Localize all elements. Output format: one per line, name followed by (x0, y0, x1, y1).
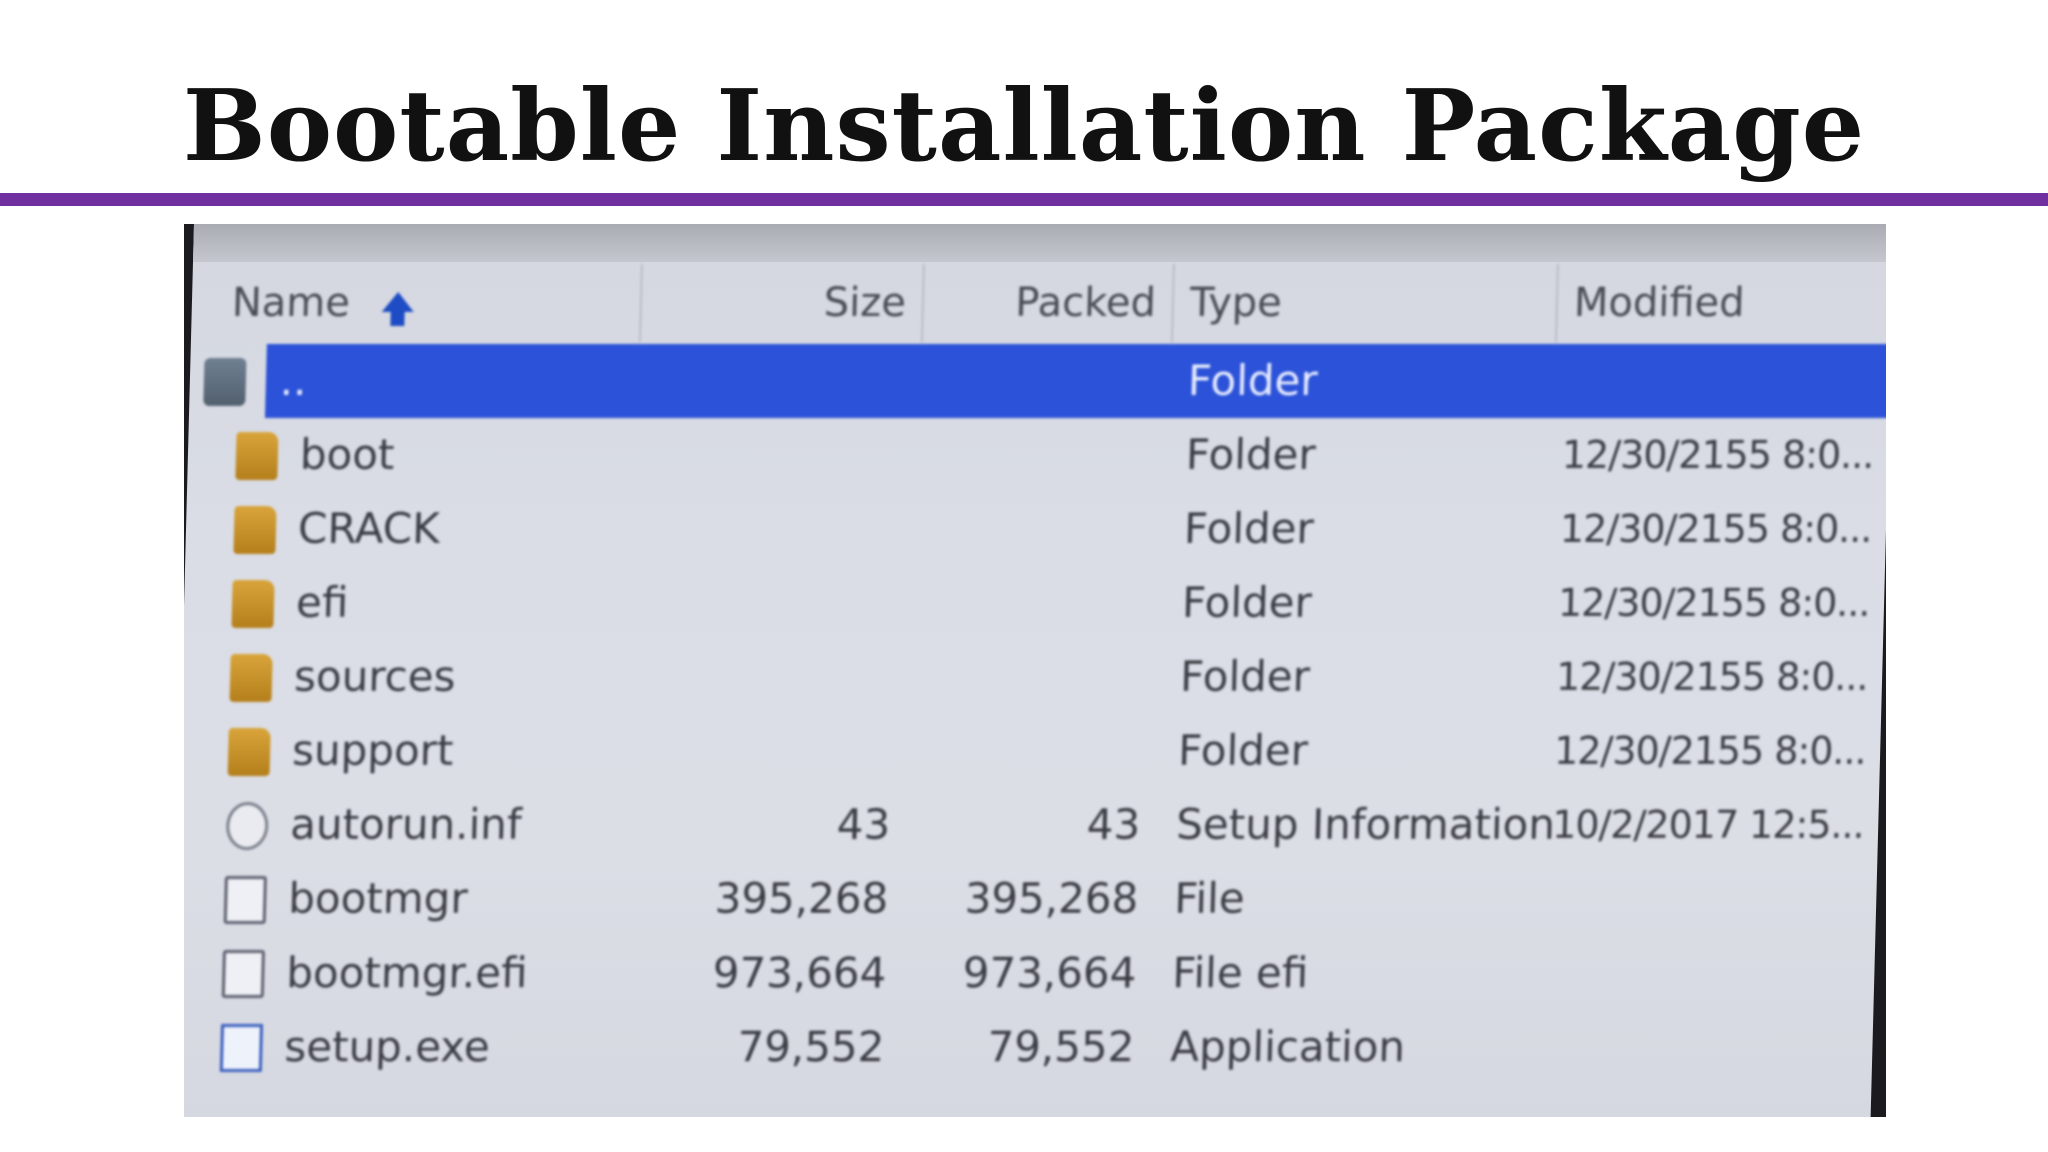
file-row[interactable]: CRACK Folder 12/30/2155 8:0... (195, 492, 1886, 566)
application-icon (219, 1024, 264, 1072)
file-packed-size: 973,664 (962, 948, 1138, 997)
title-divider (0, 193, 2048, 206)
folder-icon (229, 654, 273, 702)
file-size: 43 (836, 800, 891, 849)
file-name: autorun.inf (289, 800, 523, 849)
file-modified: 12/30/2155 8:0... (1561, 433, 1875, 477)
folder-icon (227, 728, 271, 776)
file-type: Folder (1183, 504, 1315, 553)
file-name: sources (293, 652, 457, 701)
folder-icon (233, 506, 277, 554)
file-type: Setup Information (1175, 800, 1556, 849)
file-row[interactable]: sources Folder 12/30/2155 8:0... (191, 640, 1883, 714)
file-type: Application (1169, 1022, 1406, 1071)
sort-ascending-arrow-icon (381, 292, 415, 312)
window-toolbar (193, 224, 1886, 262)
file-modified: 12/30/2155 8:0... (1557, 581, 1871, 625)
file-name: bootmgr (287, 874, 469, 923)
column-header-type[interactable]: Type (1172, 264, 1559, 342)
file-row[interactable]: .. Folder (203, 344, 1886, 418)
file-packed-size: 395,268 (964, 874, 1139, 923)
file-packed-size: 43 (1086, 800, 1141, 849)
file-name: bootmgr.efi (285, 948, 529, 997)
file-name: setup.exe (283, 1022, 491, 1071)
file-list[interactable]: Name Size Packed Type Modified .. Folder b… (184, 264, 1886, 1117)
column-header-modified[interactable]: Modified (1557, 264, 1886, 342)
parent-folder-icon (203, 358, 247, 406)
settings-file-icon (225, 802, 269, 850)
file-rows: .. Folder boot Folder 12/30/2155 8:0... CRACK… (184, 344, 1886, 1084)
folder-icon (231, 580, 275, 628)
file-name: CRACK (297, 504, 441, 553)
file-row[interactable]: efi Folder 12/30/2155 8:0... (193, 566, 1885, 640)
file-type: Folder (1181, 578, 1313, 627)
file-name: efi (295, 578, 350, 627)
file-size: 973,664 (712, 948, 888, 997)
file-type: Folder (1185, 430, 1317, 479)
column-header-name-label: Name (231, 280, 351, 326)
column-header-size[interactable]: Size (640, 264, 925, 342)
file-packed-size: 79,552 (986, 1022, 1136, 1071)
file-icon (223, 876, 267, 924)
file-icon (221, 950, 265, 998)
file-row[interactable]: setup.exe 79,552 79,552 Application (184, 1010, 1873, 1084)
slide: Bootable Installation Package Name Size … (0, 0, 2048, 1152)
file-size: 79,552 (736, 1022, 886, 1071)
file-row[interactable]: bootmgr.efi 973,664 973,664 File efi (184, 936, 1875, 1010)
column-header-name[interactable]: Name (200, 264, 643, 342)
file-modified: 12/30/2155 8:0... (1553, 729, 1867, 773)
file-modified: 12/30/2155 8:0... (1555, 655, 1869, 699)
file-type: File (1173, 874, 1246, 923)
file-name: boot (299, 430, 396, 479)
file-size: 395,268 (714, 874, 889, 923)
file-type: Folder (1187, 356, 1319, 405)
file-type: Folder (1179, 652, 1311, 701)
slide-title: Bootable Installation Package (182, 69, 1866, 184)
file-row[interactable]: support Folder 12/30/2155 8:0... (189, 714, 1881, 788)
archive-window-photo: Name Size Packed Type Modified .. Folder b… (184, 224, 1886, 1117)
file-name: support (291, 726, 455, 775)
file-modified: 12/30/2155 8:0... (1559, 507, 1873, 551)
archive-window: Name Size Packed Type Modified .. Folder b… (184, 224, 1886, 1117)
folder-icon (235, 432, 279, 480)
file-name: .. (279, 356, 308, 405)
file-type: File efi (1171, 948, 1309, 997)
column-header-packed[interactable]: Packed (922, 264, 1175, 342)
file-row[interactable]: boot Folder 12/30/2155 8:0... (197, 418, 1886, 492)
file-row[interactable]: autorun.inf 43 43 Setup Information 10/2/201… (187, 788, 1879, 862)
file-modified: 10/2/2017 12:5... (1551, 803, 1865, 847)
file-row[interactable]: bootmgr 395,268 395,268 File (185, 862, 1877, 936)
file-type: Folder (1177, 726, 1309, 775)
